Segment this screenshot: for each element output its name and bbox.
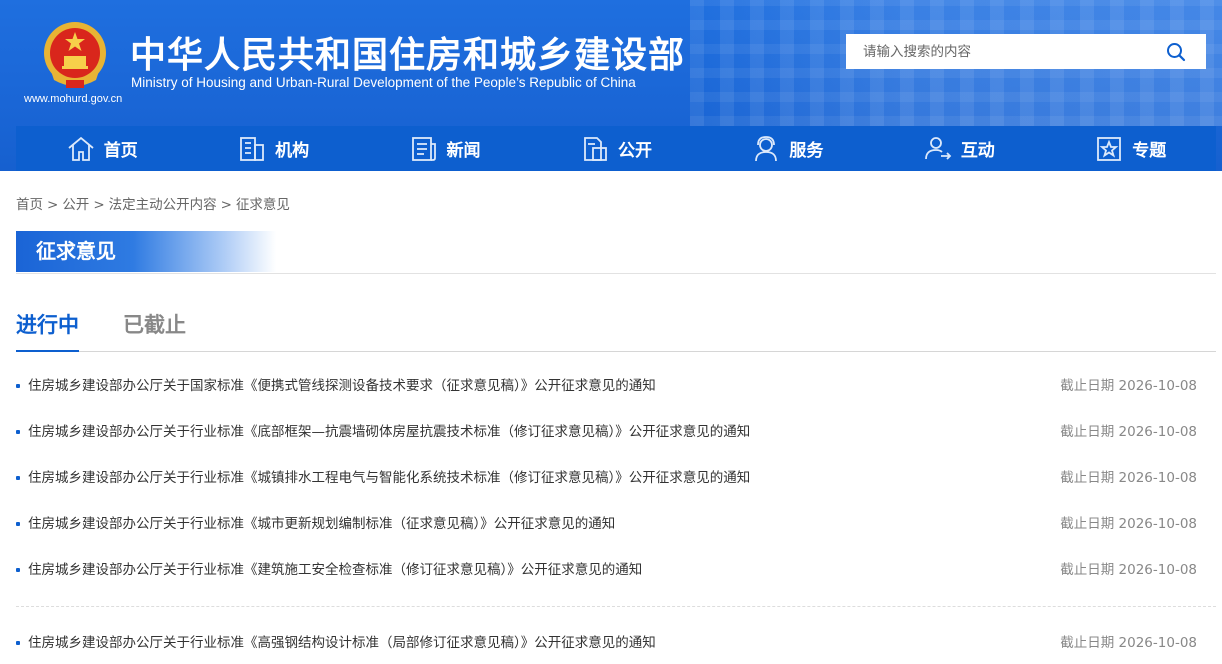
breadcrumb-current[interactable]: 征求意见 [236, 197, 290, 213]
breadcrumb-separator: > [220, 197, 232, 213]
list-item-link[interactable]: 住房城乡建设部办公厅关于行业标准《建筑施工安全检查标准（修订征求意见稿）》公开征… [28, 547, 642, 593]
building-icon [240, 136, 265, 161]
deadline-date: 截止日期 2026-10-08 [1060, 516, 1197, 532]
bullet-icon [16, 641, 20, 645]
nav-item-news[interactable]: 新闻 [359, 126, 530, 171]
bullet-icon [16, 522, 20, 526]
nav-item-public[interactable]: 公开 [530, 126, 701, 171]
nav-label: 公开 [617, 141, 652, 161]
bullet-icon [16, 568, 20, 572]
nav-item-organization[interactable]: 机构 [187, 126, 358, 171]
breadcrumb-separator: > [93, 197, 105, 213]
list-item: 住房城乡建设部办公厅关于行业标准《底部框架—抗震墙砌体房屋抗震技术标准（修订征求… [16, 409, 1216, 455]
list-item: 住房城乡建设部办公厅关于行业标准《高强钢结构设计标准（局部修订征求意见稿）》公开… [16, 620, 1216, 664]
list-item-link[interactable]: 住房城乡建设部办公厅关于行业标准《城镇排水工程电气与智能化系统技术标准（修订征求… [28, 455, 750, 501]
section-title: 征求意见 [16, 231, 276, 272]
site-subtitle: Ministry of Housing and Urban-Rural Deve… [131, 75, 636, 90]
list-item: 住房城乡建设部办公厅关于国家标准《便携式管线探测设备技术要求（征求意见稿）》公开… [16, 363, 1216, 409]
site-title: 中华人民共和国住房和城乡建设部 [130, 35, 686, 76]
nav-label: 互动 [960, 141, 995, 161]
nav-item-interaction[interactable]: 互动 [873, 126, 1044, 171]
search-icon[interactable] [1166, 42, 1186, 62]
deadline-date: 截止日期 2026-10-08 [1060, 424, 1197, 440]
nav-item-topics[interactable]: 专题 [1045, 126, 1216, 171]
consultation-list: 住房城乡建设部办公厅关于国家标准《便携式管线探测设备技术要求（征求意见稿）》公开… [16, 363, 1216, 664]
list-divider [16, 606, 1216, 607]
document-icon [584, 136, 607, 161]
tab-ongoing[interactable]: 进行中 [16, 310, 79, 352]
search-input[interactable] [846, 35, 1146, 68]
nav-label: 首页 [103, 141, 138, 161]
main-nav: 首页 机构 新闻 公开 服务 互动 专题 [16, 126, 1216, 171]
bullet-icon [16, 384, 20, 388]
nav-label: 机构 [275, 141, 310, 161]
section-header: 征求意见 [16, 231, 1216, 274]
news-icon [411, 136, 436, 161]
nav-label: 专题 [1132, 141, 1167, 161]
deadline-date: 截止日期 2026-10-08 [1060, 378, 1197, 394]
national-emblem-icon [44, 22, 106, 88]
list-item: 住房城乡建设部办公厅关于行业标准《城市更新规划编制标准（征求意见稿）》公开征求意… [16, 501, 1216, 547]
breadcrumb-public[interactable]: 公开 [62, 197, 89, 213]
list-item-link[interactable]: 住房城乡建设部办公厅关于行业标准《城市更新规划编制标准（征求意见稿）》公开征求意… [28, 501, 615, 547]
breadcrumb-statutory-content[interactable]: 法定主动公开内容 [109, 197, 217, 213]
bullet-icon [16, 430, 20, 434]
nav-label: 新闻 [446, 141, 481, 161]
breadcrumb: 首页 > 公开 > 法定主动公开内容 > 征求意见 [16, 193, 290, 213]
tab-closed[interactable]: 已截止 [123, 310, 186, 352]
breadcrumb-home[interactable]: 首页 [16, 197, 43, 213]
home-icon [68, 136, 94, 161]
service-user-icon [755, 135, 778, 161]
list-item-link[interactable]: 住房城乡建设部办公厅关于国家标准《便携式管线探测设备技术要求（征求意见稿）》公开… [28, 363, 656, 409]
star-box-icon [1097, 136, 1122, 161]
list-item-link[interactable]: 住房城乡建设部办公厅关于行业标准《底部框架—抗震墙砌体房屋抗震技术标准（修订征求… [28, 409, 750, 455]
list-item: 住房城乡建设部办公厅关于行业标准《城镇排水工程电气与智能化系统技术标准（修订征求… [16, 455, 1216, 501]
bullet-icon [16, 476, 20, 480]
nav-item-service[interactable]: 服务 [702, 126, 873, 171]
search-box [846, 34, 1206, 69]
deadline-date: 截止日期 2026-10-08 [1060, 470, 1197, 486]
site-url: www.mohurd.gov.cn [24, 93, 123, 105]
interaction-user-icon [924, 136, 952, 160]
nav-label: 服务 [789, 141, 824, 161]
deadline-date: 截止日期 2026-10-08 [1060, 635, 1197, 651]
status-tabs: 进行中 已截止 [16, 308, 1216, 352]
list-item: 住房城乡建设部办公厅关于行业标准《建筑施工安全检查标准（修订征求意见稿）》公开征… [16, 547, 1216, 593]
nav-item-home[interactable]: 首页 [16, 126, 187, 171]
breadcrumb-separator: > [47, 197, 59, 213]
list-item-link[interactable]: 住房城乡建设部办公厅关于行业标准《高强钢结构设计标准（局部修订征求意见稿）》公开… [28, 620, 656, 664]
deadline-date: 截止日期 2026-10-08 [1060, 562, 1197, 578]
